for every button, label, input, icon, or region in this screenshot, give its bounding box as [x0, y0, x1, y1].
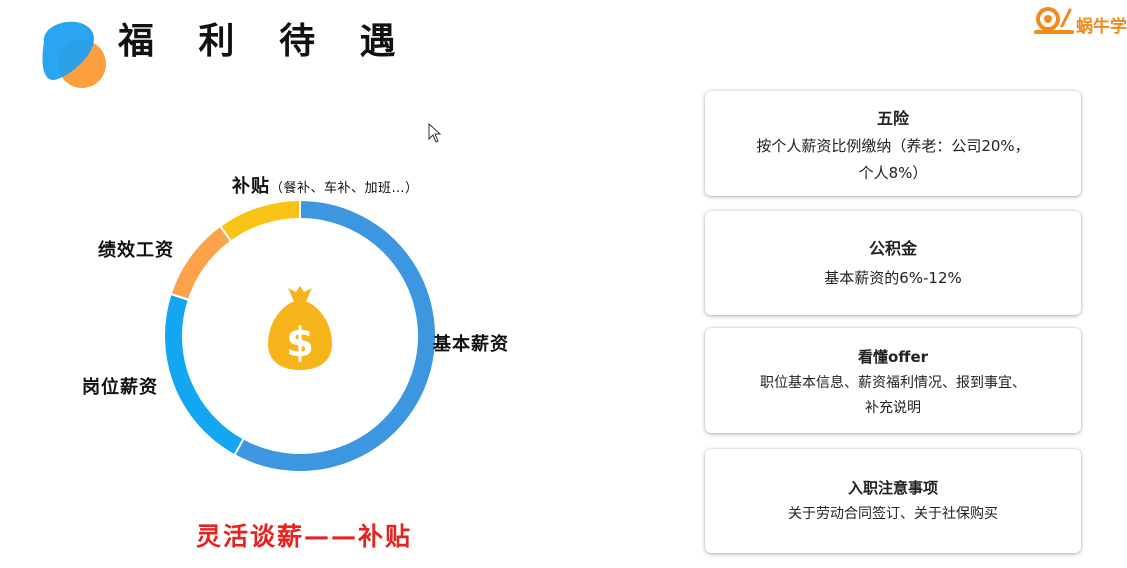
card-body-line: 基本薪资的6%-12%: [824, 269, 962, 287]
segment-allowance: [218, 198, 301, 243]
card-body-line: 补充说明: [865, 400, 921, 416]
card-title: 五险: [876, 109, 909, 128]
card-title: 公积金: [868, 239, 917, 258]
salary-donut-chart: $: [163, 198, 437, 473]
slide: 福 利 待 遇 蜗牛学 $ 基本薪资 岗位薪资 绩效工资 补贴（餐补、车补、加班…: [0, 0, 1127, 568]
brand-logo: 蜗牛学: [1032, 4, 1127, 38]
label-allowance-title: 补贴: [232, 176, 270, 197]
mouse-cursor-icon: [428, 123, 442, 143]
card-onboarding-notes: 入职注意事项 关于劳动合同签订、关于社保购买: [705, 449, 1081, 553]
caption: 灵活谈薪——补贴: [196, 522, 413, 551]
label-base-salary: 基本薪资: [433, 334, 509, 355]
page-title: 福 利 待 遇: [118, 21, 412, 62]
card-body-line: 关于劳动合同签订、关于社保购买: [788, 506, 998, 522]
money-bag-icon: $: [268, 286, 332, 370]
label-allowance: 补贴（餐补、车补、加班…）: [232, 172, 419, 198]
logo-icon: [42, 21, 106, 88]
segment-performance-pay: [169, 224, 233, 302]
snail-icon: [1034, 7, 1074, 34]
card-body-line: 按个人薪资比例缴纳（养老：公司20%，: [756, 137, 1030, 155]
segment-position-salary: [163, 292, 245, 457]
card-title: 入职注意事项: [847, 479, 938, 497]
card-understand-offer: 看懂offer 职位基本信息、薪资福利情况、报到事宜、 补充说明: [705, 328, 1081, 433]
segment-base-salary: [233, 198, 437, 473]
card-body-line: 职位基本信息、薪资福利情况、报到事宜、: [760, 375, 1026, 391]
label-performance-pay: 绩效工资: [98, 240, 174, 261]
card-five-insurances: 五险 按个人薪资比例缴纳（养老：公司20%， 个人8%）: [705, 91, 1081, 196]
card-title: 看懂offer: [857, 348, 929, 366]
card-body-line: 个人8%）: [858, 164, 928, 182]
label-position-salary: 岗位薪资: [82, 377, 158, 398]
brand-text: 蜗牛学: [1076, 17, 1127, 37]
label-allowance-note: （餐补、车补、加班…）: [270, 181, 419, 196]
svg-text:$: $: [286, 320, 314, 366]
card-housing-fund: 公积金 基本薪资的6%-12%: [705, 211, 1081, 315]
